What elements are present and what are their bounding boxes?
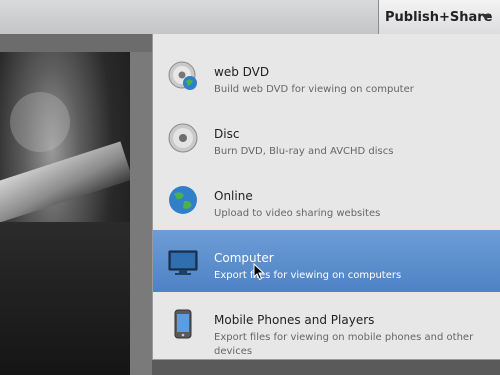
menu-item-title: Online bbox=[214, 189, 253, 203]
menu-item-mobile[interactable]: Mobile Phones and Players Export files f… bbox=[153, 292, 500, 357]
menu-item-desc: Upload to video sharing websites bbox=[214, 208, 381, 219]
mouse-cursor-icon bbox=[253, 263, 265, 281]
menu-item-disc[interactable]: Disc Burn DVD, Blu-ray and AVCHD discs bbox=[153, 106, 500, 168]
panel-strip bbox=[130, 52, 152, 375]
menu-item-title: Mobile Phones and Players bbox=[214, 313, 375, 327]
video-frame bbox=[0, 52, 130, 375]
globe-icon bbox=[169, 186, 197, 214]
menu-item-desc: Build web DVD for viewing on computer bbox=[214, 84, 414, 95]
top-toolbar: Publish+Share bbox=[0, 0, 500, 35]
menu-item-title: Disc bbox=[214, 127, 240, 141]
publish-share-label: Publish+Share bbox=[385, 9, 493, 25]
menu-item-desc: Export files for viewing on mobile phone… bbox=[214, 332, 474, 357]
menu-item-web-dvd[interactable]: web DVD Build web DVD for viewing on com… bbox=[153, 44, 500, 106]
menu-item-title: web DVD bbox=[214, 65, 270, 79]
phone-icon bbox=[174, 309, 192, 339]
menu-item-computer[interactable]: Computer Export files for viewing on com… bbox=[153, 230, 500, 292]
publish-share-button[interactable]: Publish+Share bbox=[378, 0, 500, 34]
menu-item-desc: Burn DVD, Blu-ray and AVCHD discs bbox=[214, 146, 394, 157]
chevron-down-icon bbox=[481, 14, 491, 20]
menu-item-online[interactable]: Online Upload to video sharing websites bbox=[153, 168, 500, 230]
bottom-strip bbox=[152, 360, 500, 375]
disc-icon bbox=[168, 123, 198, 153]
publish-menu: web DVD Build web DVD for viewing on com… bbox=[152, 34, 500, 360]
monitor-icon bbox=[168, 250, 198, 275]
disc-globe-icon bbox=[168, 61, 197, 90]
